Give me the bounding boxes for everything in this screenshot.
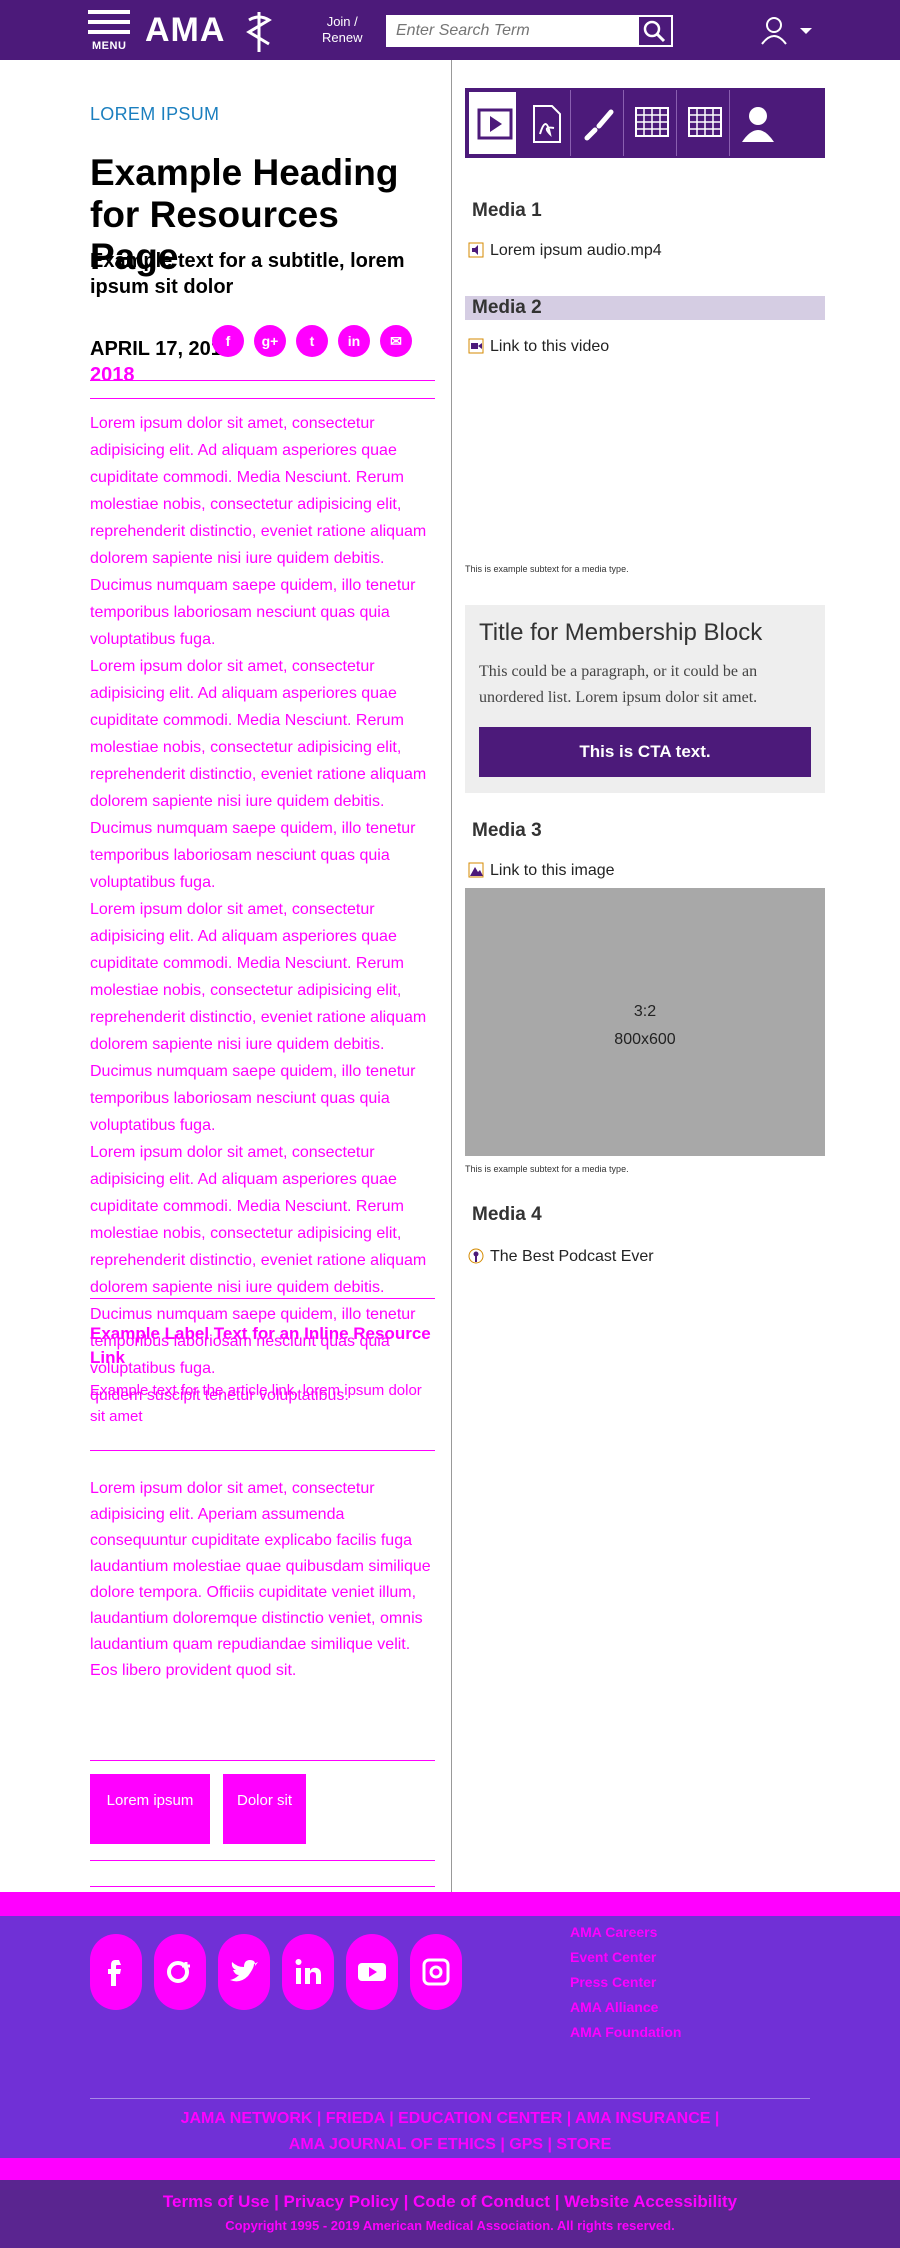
share-bar: f g+ t in ✉ bbox=[212, 325, 422, 357]
divider bbox=[90, 398, 435, 399]
footer-link[interactable]: AMA Careers bbox=[570, 1920, 770, 1945]
cta-button[interactable]: This is CTA text. bbox=[479, 727, 811, 777]
tag-button[interactable]: Dolor sit bbox=[223, 1774, 306, 1844]
tab-grid[interactable] bbox=[679, 90, 730, 156]
article-date-overflow: 2018 bbox=[90, 364, 135, 386]
media-caption: This is example subtext for a media type… bbox=[465, 1164, 629, 1174]
image-icon bbox=[468, 862, 484, 878]
audio-icon bbox=[468, 242, 484, 258]
tab-person[interactable] bbox=[732, 90, 783, 156]
ama-logo[interactable]: AMA bbox=[145, 8, 272, 52]
google-plus-icon[interactable] bbox=[154, 1934, 206, 2010]
chevron-down-icon bbox=[800, 28, 812, 34]
membership-block: Title for Membership Block This could be… bbox=[465, 605, 825, 793]
tab-table[interactable] bbox=[626, 90, 677, 156]
column-divider bbox=[451, 60, 452, 1892]
legal-links[interactable]: Terms of Use | Privacy Policy | Code of … bbox=[0, 2188, 900, 2216]
media-4-title: Media 4 bbox=[472, 1204, 542, 1225]
media-4-link[interactable]: The Best Podcast Ever bbox=[468, 1248, 654, 1266]
linkedin-share-icon[interactable]: in bbox=[338, 325, 370, 357]
person-icon bbox=[742, 107, 774, 142]
footer-link[interactable]: Event Center bbox=[570, 1945, 770, 1970]
legal-band bbox=[0, 2158, 900, 2182]
media-3-link[interactable]: Link to this image bbox=[468, 862, 615, 880]
tab-pdf[interactable] bbox=[520, 90, 571, 156]
network-link-row[interactable]: JAMA NETWORK | FRIEDA | EDUCATION CENTER… bbox=[0, 2106, 900, 2132]
youtube-icon[interactable] bbox=[346, 1934, 398, 2010]
article-eyebrow[interactable]: LOREM IPSUM bbox=[90, 104, 219, 125]
menu-button[interactable]: MENU bbox=[88, 10, 132, 52]
image-placeholder: 3:2 800x600 bbox=[465, 888, 825, 1156]
search-input[interactable] bbox=[388, 17, 638, 45]
facebook-share-icon[interactable]: f bbox=[212, 325, 244, 357]
caduceus-icon bbox=[246, 12, 272, 52]
join-renew-link[interactable]: Join / Renew bbox=[322, 14, 362, 46]
twitter-icon[interactable] bbox=[218, 1934, 270, 2010]
inline-resource-title[interactable]: Example Label Text for an Inline Resourc… bbox=[90, 1322, 435, 1370]
article-body-2: Lorem ipsum dolor sit amet, consectetur … bbox=[90, 1480, 431, 1679]
link-icon bbox=[584, 109, 614, 141]
divider bbox=[90, 1450, 435, 1451]
table-icon bbox=[635, 107, 669, 137]
footer-links: AMA Careers Event Center Press Center AM… bbox=[570, 1920, 770, 2045]
membership-text: This could be a paragraph, or it could b… bbox=[479, 663, 758, 706]
divider bbox=[90, 1298, 435, 1299]
divider bbox=[90, 1860, 435, 1861]
site-footer: AMA Careers Event Center Press Center AM… bbox=[0, 1892, 900, 2248]
tab-link[interactable] bbox=[573, 90, 624, 156]
pdf-icon bbox=[533, 105, 561, 143]
grid-icon bbox=[688, 107, 722, 137]
copyright: Copyright 1995 - 2019 American Medical A… bbox=[225, 2218, 675, 2233]
media-3-title: Media 3 bbox=[472, 820, 542, 841]
hamburger-icon bbox=[88, 10, 130, 14]
menu-label: MENU bbox=[92, 40, 127, 52]
email-share-icon[interactable]: ✉ bbox=[380, 325, 412, 357]
network-link-row[interactable]: AMA JOURNAL OF ETHICS | GPS | STORE bbox=[0, 2132, 900, 2158]
facebook-icon[interactable] bbox=[90, 1934, 142, 2010]
network-links: JAMA NETWORK | FRIEDA | EDUCATION CENTER… bbox=[0, 2106, 900, 2158]
logo-text: AMA bbox=[145, 11, 226, 49]
media-1-link[interactable]: Lorem ipsum audio.mp4 bbox=[468, 242, 662, 260]
membership-title: Title for Membership Block bbox=[479, 619, 763, 646]
footer-link[interactable]: AMA Foundation bbox=[570, 2020, 770, 2045]
video-icon bbox=[468, 338, 484, 354]
play-icon bbox=[477, 108, 513, 140]
inline-resource-desc: Example text for the article link, lorem… bbox=[90, 1382, 422, 1425]
footer-link[interactable]: AMA Alliance bbox=[570, 1995, 770, 2020]
search-box bbox=[386, 15, 673, 47]
media-2-link[interactable]: Link to this video bbox=[468, 338, 609, 356]
footer-link[interactable]: Press Center bbox=[570, 1970, 770, 1995]
media-caption: This is example subtext for a media type… bbox=[465, 564, 629, 574]
article-body: Lorem ipsum dolor sit amet, consectetur … bbox=[90, 415, 427, 1404]
user-icon bbox=[761, 17, 812, 45]
media-1-title: Media 1 bbox=[472, 200, 542, 221]
account-button[interactable] bbox=[760, 16, 820, 46]
tag-button[interactable]: Lorem ipsum bbox=[90, 1774, 210, 1844]
twitter-share-icon[interactable]: t bbox=[296, 325, 328, 357]
footer-divider bbox=[90, 2098, 810, 2099]
inline-resource-link[interactable]: Example Label Text for an Inline Resourc… bbox=[90, 1322, 435, 1430]
tab-play[interactable] bbox=[467, 90, 518, 156]
search-button[interactable] bbox=[637, 17, 671, 45]
google-share-icon[interactable]: g+ bbox=[254, 325, 286, 357]
legal-section: Terms of Use | Privacy Policy | Code of … bbox=[0, 2180, 900, 2248]
instagram-icon[interactable] bbox=[410, 1934, 462, 2010]
page-subtitle: Example text for a subtitle, lorem ipsum… bbox=[90, 250, 405, 298]
podcast-icon bbox=[468, 1248, 484, 1264]
search-icon bbox=[643, 20, 666, 43]
media-2-title: Media 2 bbox=[465, 296, 825, 320]
divider bbox=[90, 1760, 435, 1761]
divider bbox=[90, 1886, 435, 1887]
media-type-tabs bbox=[465, 88, 825, 158]
footer-band bbox=[0, 1892, 900, 1916]
site-header: MENU AMA Join / Renew bbox=[0, 0, 900, 60]
linkedin-icon[interactable] bbox=[282, 1934, 334, 2010]
divider bbox=[90, 380, 435, 381]
